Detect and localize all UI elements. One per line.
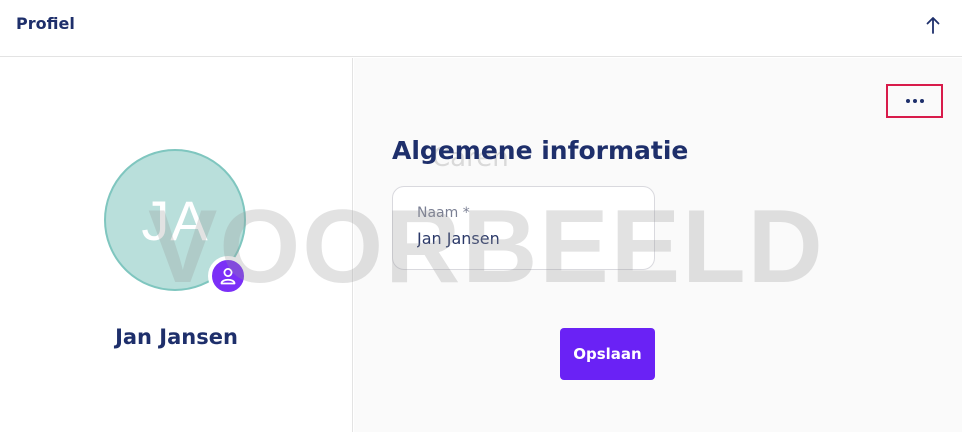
- name-field[interactable]: Naam *: [392, 186, 655, 270]
- more-horizontal-icon: [905, 99, 924, 103]
- name-field-label: Naam *: [417, 205, 470, 221]
- page-title: Profiel: [16, 14, 75, 33]
- profile-panel: JA Jan Jansen: [0, 58, 353, 432]
- user-badge: [208, 256, 248, 296]
- more-options-button[interactable]: [886, 84, 943, 118]
- user-icon: [220, 268, 236, 285]
- arrow-up-icon: [926, 17, 940, 34]
- form-panel: Caren Algemene informatie Naam * Opslaan: [354, 58, 962, 432]
- profile-name: Jan Jansen: [115, 325, 238, 349]
- avatar-initials: JA: [141, 188, 209, 252]
- page-header: Profiel: [0, 0, 962, 57]
- save-button[interactable]: Opslaan: [560, 328, 655, 380]
- section-title: Algemene informatie: [392, 136, 689, 165]
- name-input[interactable]: [417, 229, 637, 248]
- collapse-button[interactable]: [922, 12, 944, 38]
